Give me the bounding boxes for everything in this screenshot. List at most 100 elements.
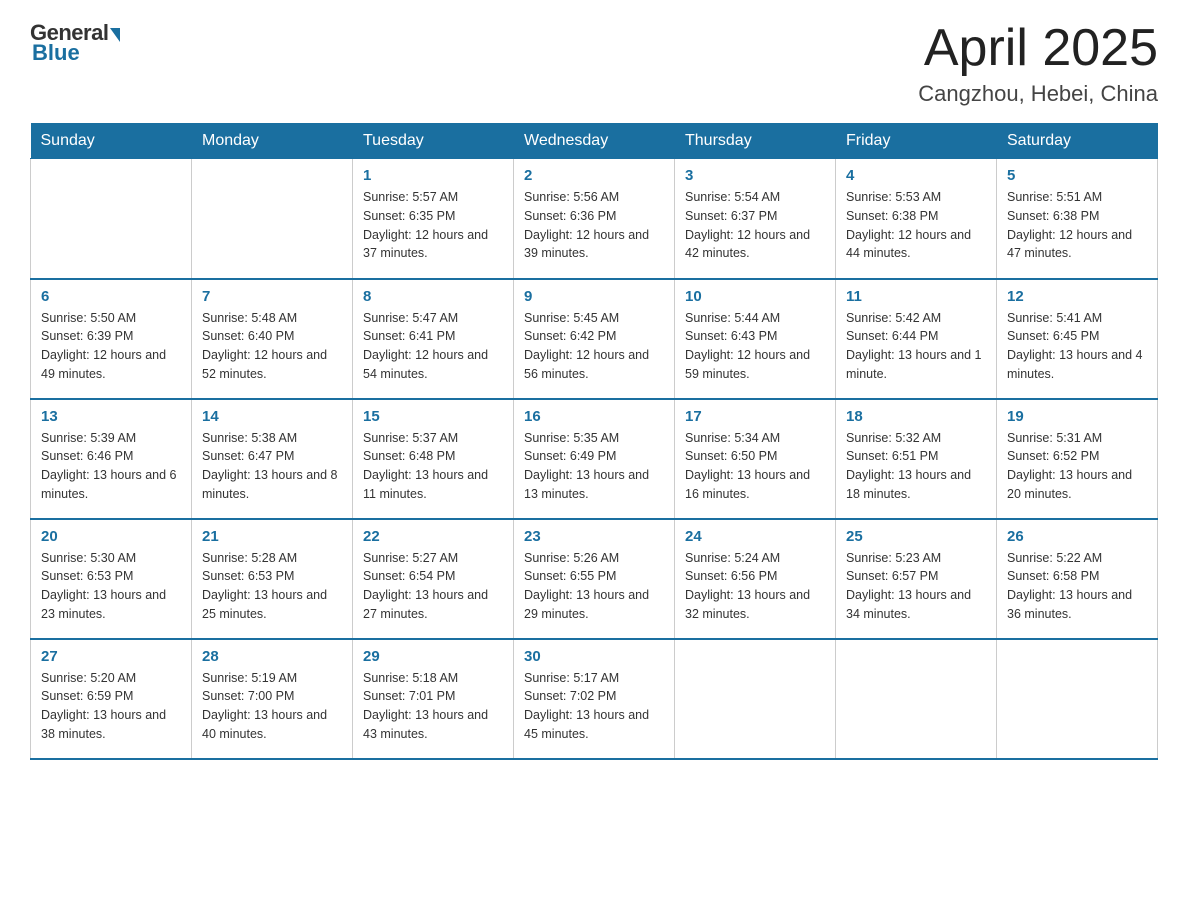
- calendar-cell: 4 Sunrise: 5:53 AM Sunset: 6:38 PM Daylig…: [836, 159, 997, 279]
- calendar-cell: 12 Sunrise: 5:41 AM Sunset: 6:45 PM Dayli…: [997, 279, 1158, 399]
- day-info: Sunrise: 5:30 AM Sunset: 6:53 PM Dayligh…: [41, 549, 181, 624]
- day-number: 2: [524, 167, 664, 184]
- week-row-3: 13 Sunrise: 5:39 AM Sunset: 6:46 PM Dayli…: [31, 399, 1158, 519]
- calendar-cell: 18 Sunrise: 5:32 AM Sunset: 6:51 PM Dayli…: [836, 399, 997, 519]
- day-info: Sunrise: 5:39 AM Sunset: 6:46 PM Dayligh…: [41, 429, 181, 504]
- day-number: 30: [524, 648, 664, 665]
- day-info: Sunrise: 5:19 AM Sunset: 7:00 PM Dayligh…: [202, 669, 342, 744]
- day-number: 27: [41, 648, 181, 665]
- day-info: Sunrise: 5:42 AM Sunset: 6:44 PM Dayligh…: [846, 309, 986, 384]
- calendar-cell: 2 Sunrise: 5:56 AM Sunset: 6:36 PM Daylig…: [514, 159, 675, 279]
- calendar-header-row: SundayMondayTuesdayWednesdayThursdayFrid…: [31, 124, 1158, 159]
- day-info: Sunrise: 5:23 AM Sunset: 6:57 PM Dayligh…: [846, 549, 986, 624]
- day-info: Sunrise: 5:17 AM Sunset: 7:02 PM Dayligh…: [524, 669, 664, 744]
- calendar-cell: 1 Sunrise: 5:57 AM Sunset: 6:35 PM Daylig…: [353, 159, 514, 279]
- day-number: 21: [202, 528, 342, 545]
- week-row-2: 6 Sunrise: 5:50 AM Sunset: 6:39 PM Daylig…: [31, 279, 1158, 399]
- day-info: Sunrise: 5:45 AM Sunset: 6:42 PM Dayligh…: [524, 309, 664, 384]
- day-info: Sunrise: 5:35 AM Sunset: 6:49 PM Dayligh…: [524, 429, 664, 504]
- calendar-cell: 13 Sunrise: 5:39 AM Sunset: 6:46 PM Dayli…: [31, 399, 192, 519]
- day-number: 22: [363, 528, 503, 545]
- day-number: 18: [846, 408, 986, 425]
- column-header-saturday: Saturday: [997, 124, 1158, 159]
- day-info: Sunrise: 5:54 AM Sunset: 6:37 PM Dayligh…: [685, 188, 825, 263]
- day-info: Sunrise: 5:20 AM Sunset: 6:59 PM Dayligh…: [41, 669, 181, 744]
- day-number: 15: [363, 408, 503, 425]
- day-number: 25: [846, 528, 986, 545]
- calendar-cell: 8 Sunrise: 5:47 AM Sunset: 6:41 PM Daylig…: [353, 279, 514, 399]
- calendar-cell: 27 Sunrise: 5:20 AM Sunset: 6:59 PM Dayli…: [31, 639, 192, 759]
- calendar-cell: [31, 159, 192, 279]
- day-number: 1: [363, 167, 503, 184]
- day-number: 6: [41, 288, 181, 305]
- week-row-1: 1 Sunrise: 5:57 AM Sunset: 6:35 PM Daylig…: [31, 159, 1158, 279]
- calendar-subtitle: Cangzhou, Hebei, China: [918, 81, 1158, 107]
- logo-arrow-icon: [110, 28, 120, 42]
- day-info: Sunrise: 5:22 AM Sunset: 6:58 PM Dayligh…: [1007, 549, 1147, 624]
- day-info: Sunrise: 5:37 AM Sunset: 6:48 PM Dayligh…: [363, 429, 503, 504]
- calendar-cell: 22 Sunrise: 5:27 AM Sunset: 6:54 PM Dayli…: [353, 519, 514, 639]
- calendar-cell: 21 Sunrise: 5:28 AM Sunset: 6:53 PM Dayli…: [192, 519, 353, 639]
- calendar-cell: [836, 639, 997, 759]
- day-info: Sunrise: 5:53 AM Sunset: 6:38 PM Dayligh…: [846, 188, 986, 263]
- day-number: 7: [202, 288, 342, 305]
- day-number: 20: [41, 528, 181, 545]
- day-info: Sunrise: 5:34 AM Sunset: 6:50 PM Dayligh…: [685, 429, 825, 504]
- day-info: Sunrise: 5:44 AM Sunset: 6:43 PM Dayligh…: [685, 309, 825, 384]
- column-header-monday: Monday: [192, 124, 353, 159]
- calendar-cell: 16 Sunrise: 5:35 AM Sunset: 6:49 PM Dayli…: [514, 399, 675, 519]
- calendar-cell: 11 Sunrise: 5:42 AM Sunset: 6:44 PM Dayli…: [836, 279, 997, 399]
- week-row-5: 27 Sunrise: 5:20 AM Sunset: 6:59 PM Dayli…: [31, 639, 1158, 759]
- page-header: General Blue April 2025 Cangzhou, Hebei,…: [30, 20, 1158, 107]
- day-info: Sunrise: 5:56 AM Sunset: 6:36 PM Dayligh…: [524, 188, 664, 263]
- day-number: 16: [524, 408, 664, 425]
- column-header-tuesday: Tuesday: [353, 124, 514, 159]
- calendar-cell: 30 Sunrise: 5:17 AM Sunset: 7:02 PM Dayli…: [514, 639, 675, 759]
- day-info: Sunrise: 5:31 AM Sunset: 6:52 PM Dayligh…: [1007, 429, 1147, 504]
- calendar-cell: [192, 159, 353, 279]
- day-number: 4: [846, 167, 986, 184]
- calendar-cell: 6 Sunrise: 5:50 AM Sunset: 6:39 PM Daylig…: [31, 279, 192, 399]
- calendar-cell: 24 Sunrise: 5:24 AM Sunset: 6:56 PM Dayli…: [675, 519, 836, 639]
- day-number: 10: [685, 288, 825, 305]
- calendar-cell: 26Sunrise: 5:22 AM Sunset: 6:58 PM Dayli…: [997, 519, 1158, 639]
- week-row-4: 20 Sunrise: 5:30 AM Sunset: 6:53 PM Dayli…: [31, 519, 1158, 639]
- title-block: April 2025 Cangzhou, Hebei, China: [918, 20, 1158, 107]
- calendar-cell: 3 Sunrise: 5:54 AM Sunset: 6:37 PM Daylig…: [675, 159, 836, 279]
- calendar-cell: 23Sunrise: 5:26 AM Sunset: 6:55 PM Dayli…: [514, 519, 675, 639]
- day-info: Sunrise: 5:51 AM Sunset: 6:38 PM Dayligh…: [1007, 188, 1147, 263]
- calendar-cell: 15 Sunrise: 5:37 AM Sunset: 6:48 PM Dayli…: [353, 399, 514, 519]
- day-number: 23: [524, 528, 664, 545]
- day-info: Sunrise: 5:24 AM Sunset: 6:56 PM Dayligh…: [685, 549, 825, 624]
- day-info: Sunrise: 5:41 AM Sunset: 6:45 PM Dayligh…: [1007, 309, 1147, 384]
- day-number: 12: [1007, 288, 1147, 305]
- column-header-wednesday: Wednesday: [514, 124, 675, 159]
- calendar-cell: 17Sunrise: 5:34 AM Sunset: 6:50 PM Dayli…: [675, 399, 836, 519]
- column-header-friday: Friday: [836, 124, 997, 159]
- calendar-title: April 2025: [918, 20, 1158, 77]
- day-info: Sunrise: 5:57 AM Sunset: 6:35 PM Dayligh…: [363, 188, 503, 263]
- day-info: Sunrise: 5:38 AM Sunset: 6:47 PM Dayligh…: [202, 429, 342, 504]
- calendar-cell: 7Sunrise: 5:48 AM Sunset: 6:40 PM Daylig…: [192, 279, 353, 399]
- calendar-cell: [997, 639, 1158, 759]
- day-number: 9: [524, 288, 664, 305]
- day-number: 8: [363, 288, 503, 305]
- day-number: 24: [685, 528, 825, 545]
- day-number: 14: [202, 408, 342, 425]
- calendar-cell: 19Sunrise: 5:31 AM Sunset: 6:52 PM Dayli…: [997, 399, 1158, 519]
- day-info: Sunrise: 5:27 AM Sunset: 6:54 PM Dayligh…: [363, 549, 503, 624]
- day-number: 13: [41, 408, 181, 425]
- calendar-cell: 5Sunrise: 5:51 AM Sunset: 6:38 PM Daylig…: [997, 159, 1158, 279]
- day-info: Sunrise: 5:47 AM Sunset: 6:41 PM Dayligh…: [363, 309, 503, 384]
- calendar-cell: 9 Sunrise: 5:45 AM Sunset: 6:42 PM Daylig…: [514, 279, 675, 399]
- day-number: 11: [846, 288, 986, 305]
- calendar-cell: 28Sunrise: 5:19 AM Sunset: 7:00 PM Dayli…: [192, 639, 353, 759]
- day-number: 29: [363, 648, 503, 665]
- logo-blue-text: Blue: [32, 40, 80, 66]
- day-info: Sunrise: 5:32 AM Sunset: 6:51 PM Dayligh…: [846, 429, 986, 504]
- day-number: 3: [685, 167, 825, 184]
- logo: General Blue: [30, 20, 120, 66]
- calendar-cell: 25 Sunrise: 5:23 AM Sunset: 6:57 PM Dayli…: [836, 519, 997, 639]
- day-info: Sunrise: 5:28 AM Sunset: 6:53 PM Dayligh…: [202, 549, 342, 624]
- day-info: Sunrise: 5:50 AM Sunset: 6:39 PM Dayligh…: [41, 309, 181, 384]
